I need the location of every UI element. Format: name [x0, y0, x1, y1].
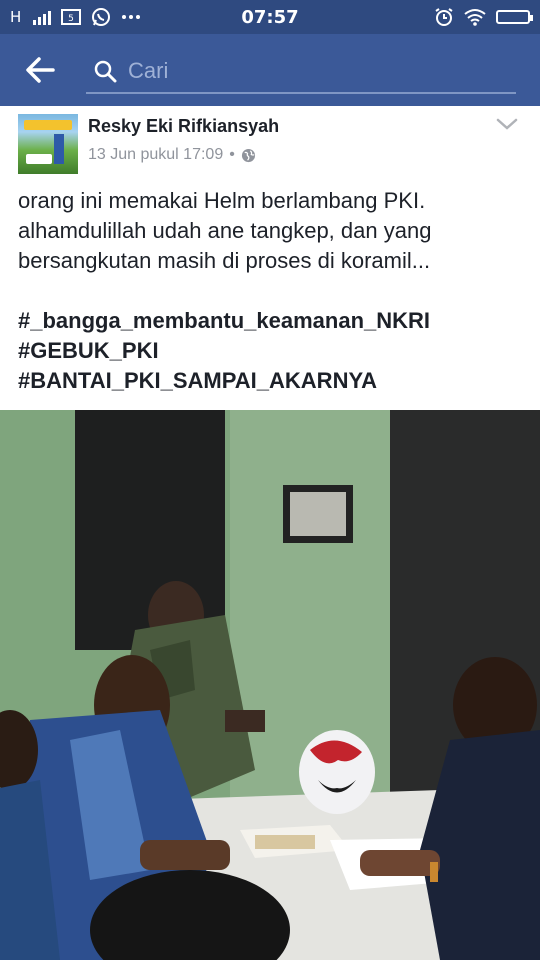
- hashtag-link[interactable]: #GEBUK_PKI: [18, 336, 430, 366]
- post-video[interactable]: [0, 410, 540, 960]
- status-left: H 5: [10, 7, 141, 27]
- wifi-icon: [464, 9, 486, 26]
- video-frame: [0, 410, 540, 960]
- more-icon: [122, 15, 141, 19]
- status-bar: H 5 07:57: [0, 0, 540, 34]
- screenshot-icon: 5: [61, 9, 82, 25]
- author-avatar[interactable]: [18, 114, 78, 174]
- post-text-line: alhamdulillah udah ane tangkep, dan yang: [18, 218, 432, 243]
- author-name[interactable]: Resky Eki Rifkiansyah: [88, 116, 279, 137]
- post-timestamp[interactable]: 13 Jun pukul 17:09: [88, 146, 223, 164]
- chevron-down-icon[interactable]: [494, 114, 520, 134]
- post-text-line: bersangkutan masih di proses di koramil.…: [18, 248, 431, 273]
- post-card: Resky Eki Rifkiansyah 13 Jun pukul 17:09…: [0, 106, 540, 410]
- battery-icon: [496, 10, 533, 24]
- search-icon: [90, 59, 120, 83]
- svg-text:5: 5: [68, 14, 74, 24]
- meta-separator: •: [229, 146, 235, 163]
- hashtag-list: #_bangga_membantu_keamanan_NKRI #GEBUK_P…: [18, 306, 430, 396]
- alarm-icon: [435, 8, 453, 26]
- post-text: orang ini memakai Helm berlambang PKI. a…: [18, 186, 528, 276]
- status-right: [434, 7, 533, 27]
- globe-icon: [241, 148, 255, 162]
- hashtag-link[interactable]: #BANTAI_PKI_SAMPAI_AKARNYA: [18, 366, 430, 396]
- signal-icon: [33, 9, 52, 25]
- back-arrow-icon: [26, 57, 55, 83]
- whatsapp-icon: [92, 8, 111, 26]
- post-text-line: orang ini memakai Helm berlambang PKI.: [18, 188, 426, 213]
- network-type: H: [10, 8, 22, 26]
- post-meta: 13 Jun pukul 17:09 •: [88, 146, 256, 164]
- hashtag-link[interactable]: #_bangga_membantu_keamanan_NKRI: [18, 306, 430, 336]
- back-button[interactable]: [10, 40, 70, 100]
- search-header: [0, 34, 540, 106]
- search-field[interactable]: [86, 50, 516, 94]
- search-input[interactable]: [126, 57, 516, 85]
